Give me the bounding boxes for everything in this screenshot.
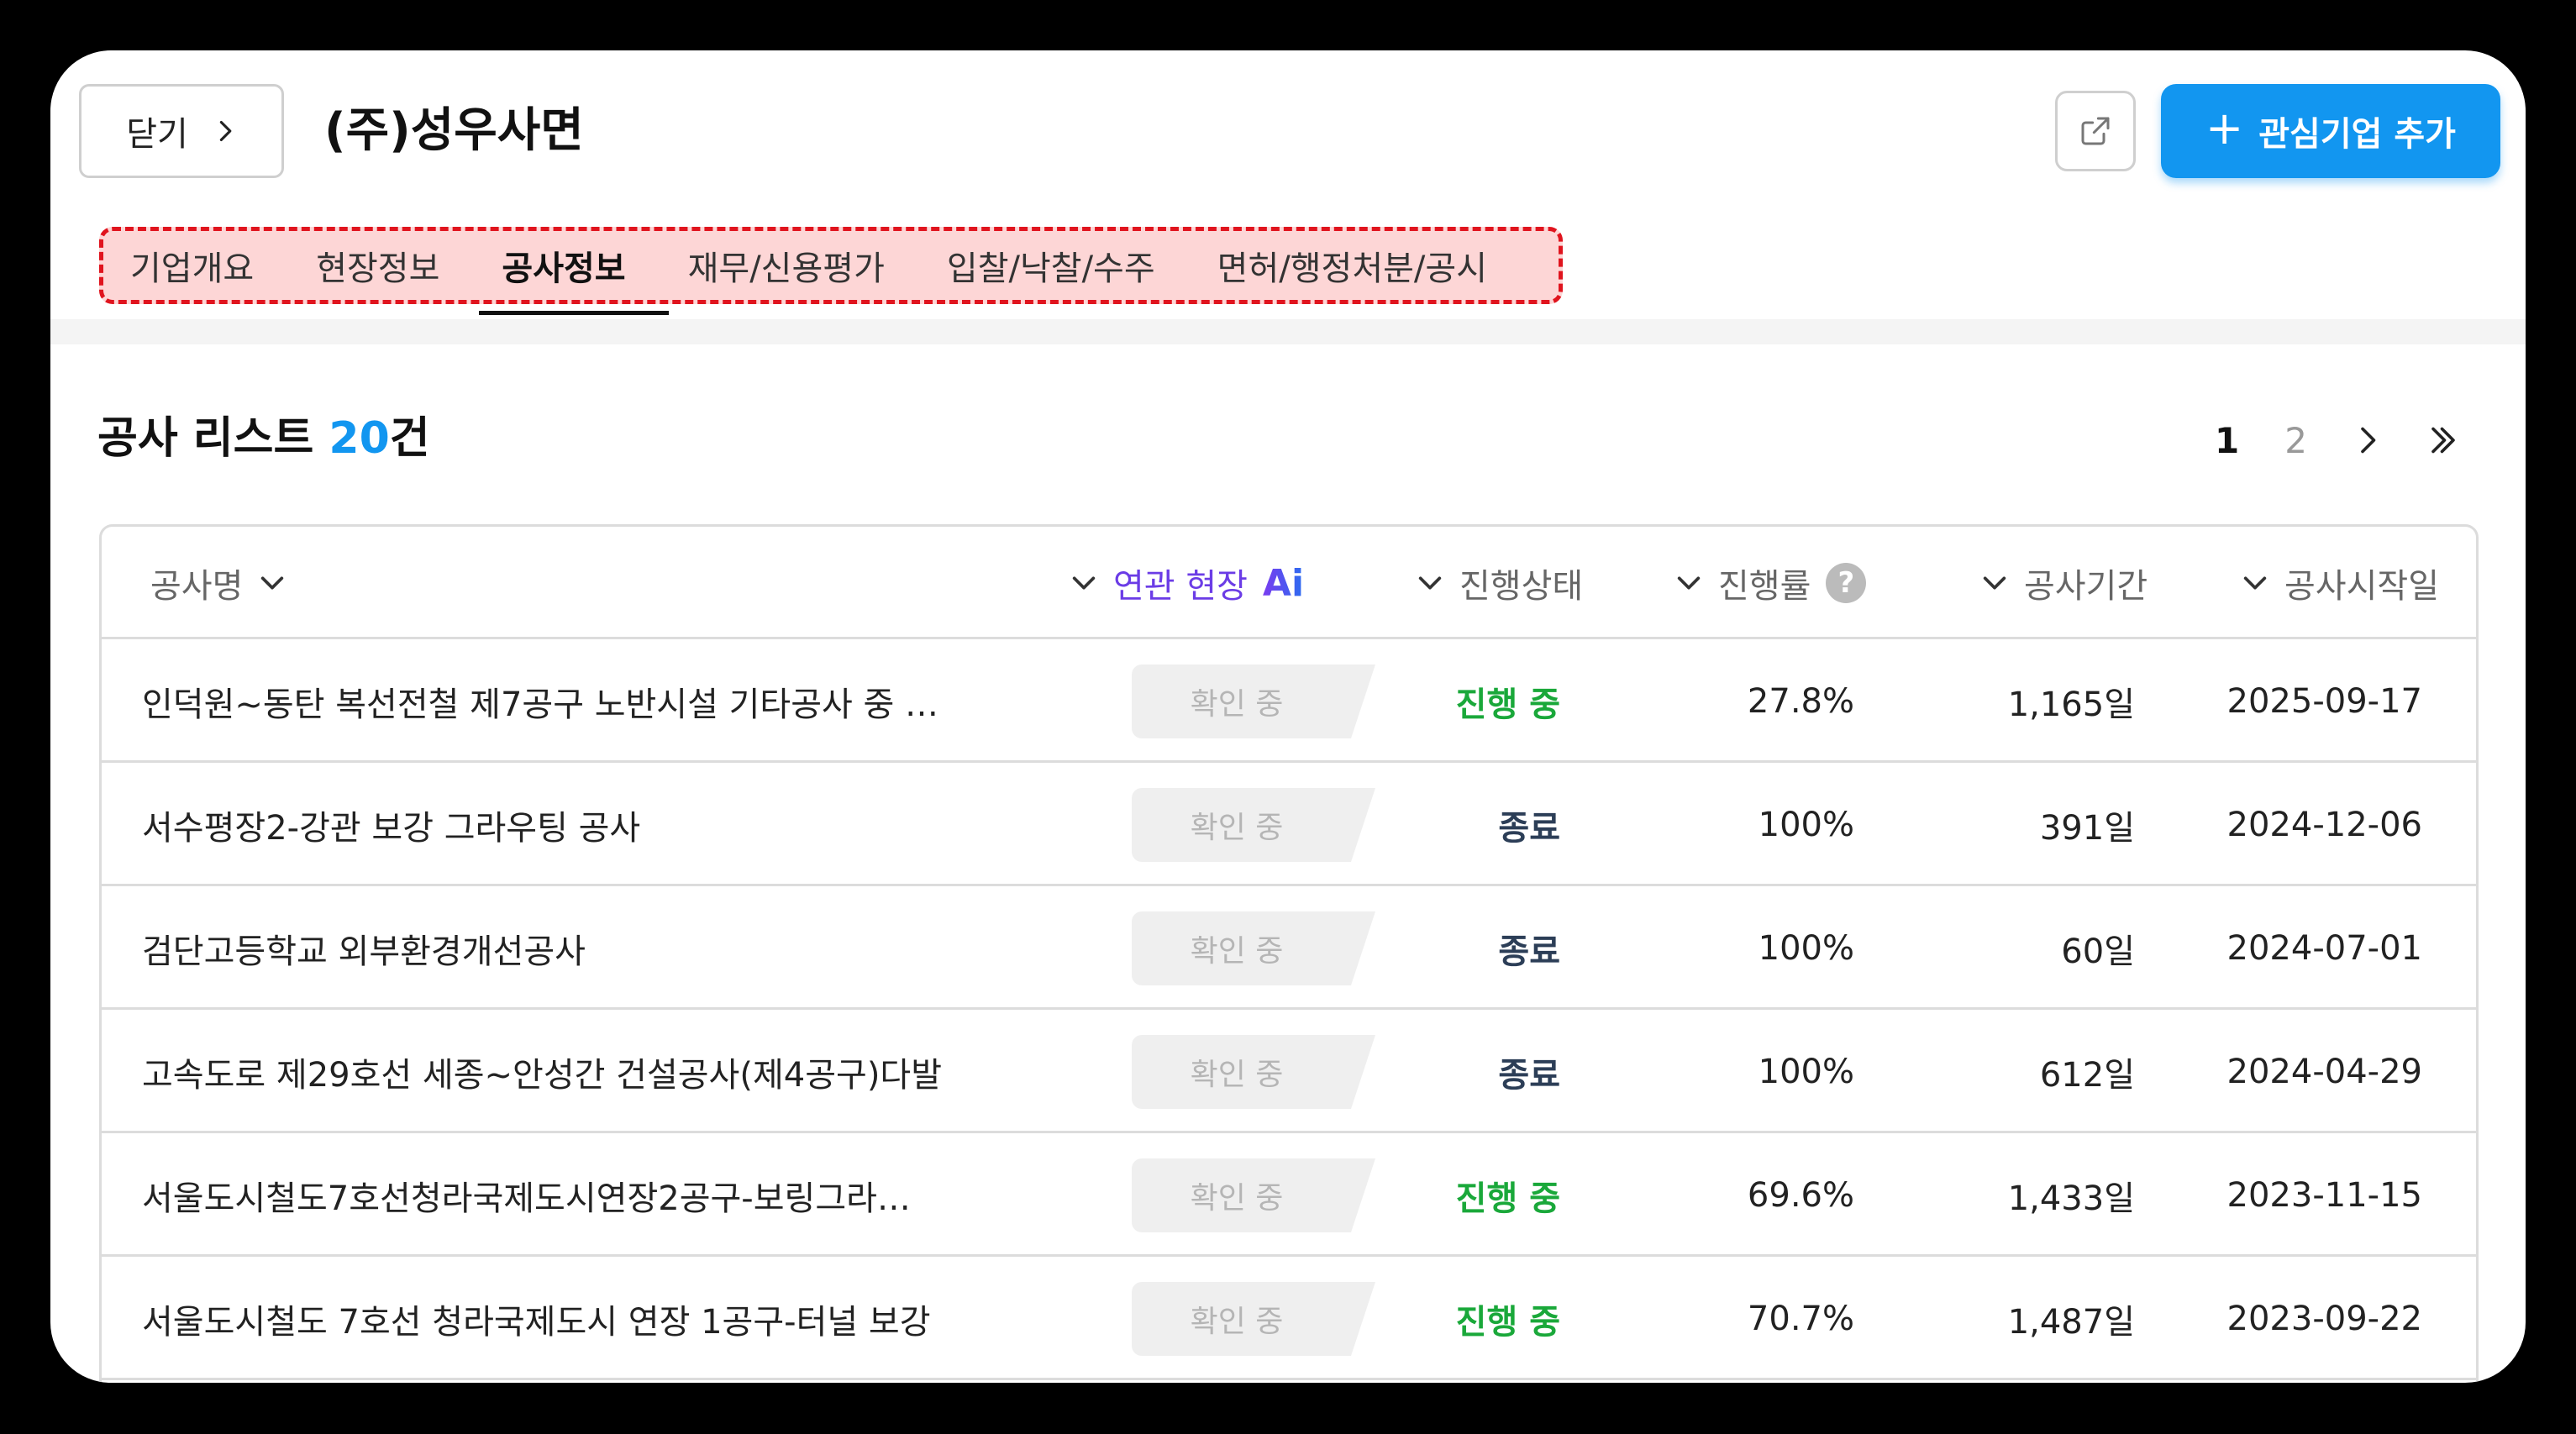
status-badge: 종료 — [1498, 808, 1560, 848]
construction-name: 서수평장2-강관 보강 그라우팅 공사 — [142, 808, 641, 848]
status-badge: 종료 — [1498, 932, 1560, 971]
table-row[interactable]: 고속도로 제29호선 세종~안성간 건설공사(제4공구)다발 확인 중 종료 1… — [102, 1010, 2476, 1133]
start-date-value: 2023-09-22 — [2226, 1299, 2422, 1338]
column-header-progress[interactable]: 진행률 ? — [1674, 527, 1867, 639]
next-page-icon[interactable] — [2353, 425, 2383, 455]
table-row[interactable]: 서울도시철도7호선청라국제도시연장2공구-보링그라… 확인 중 진행 중 69.… — [102, 1133, 2476, 1257]
tab-bar: 기업개요 현장정보 공사정보 재무/신용평가 입찰/낙찰/수주 면허/행정처분/… — [99, 227, 1563, 304]
start-date-value: 2023-11-15 — [2226, 1175, 2422, 1215]
tab-construction-info[interactable]: 공사정보 — [502, 241, 625, 290]
add-favorite-company-button[interactable]: + 관심기업 추가 — [2161, 84, 2500, 178]
open-external-button[interactable] — [2055, 91, 2136, 171]
column-header-duration[interactable]: 공사기간 — [1980, 527, 2148, 639]
table-header: 공사명 연관 현장 Ai 진행상태 진행률 ? 공사기간 공사시작일 — [102, 527, 2476, 639]
column-related-label: 연관 현장 — [1113, 567, 1248, 606]
progress-value: 69.6% — [1747, 1175, 1854, 1215]
tab-site-info[interactable]: 현장정보 — [316, 241, 439, 290]
column-header-name[interactable]: 공사명 — [150, 527, 287, 639]
progress-value: 27.8% — [1747, 681, 1854, 721]
section-divider — [50, 319, 2526, 344]
chevron-down-icon — [261, 576, 284, 590]
help-icon[interactable]: ? — [1826, 563, 1867, 603]
related-site-chip: 확인 중 — [1132, 1282, 1375, 1356]
chevron-down-icon — [2243, 576, 2267, 590]
column-start-label: 공사시작일 — [2284, 567, 2439, 606]
start-date-value: 2024-04-29 — [2226, 1052, 2422, 1091]
tab-licenses-disclosures[interactable]: 면허/행정처분/공시 — [1217, 241, 1487, 290]
status-badge: 진행 중 — [1455, 685, 1560, 724]
related-site-chip: 확인 중 — [1132, 664, 1375, 738]
tab-bids-awards[interactable]: 입찰/낙찰/수주 — [947, 241, 1155, 290]
status-badge: 종료 — [1498, 1055, 1560, 1095]
duration-value: 60일 — [2061, 932, 2135, 971]
add-favorite-company-label: 관심기업 추가 — [2258, 115, 2456, 154]
table-row[interactable]: 서수평장2-강관 보강 그라우팅 공사 확인 중 종료 100% 391일 20… — [102, 763, 2476, 886]
chevron-right-icon — [219, 120, 232, 142]
duration-value: 612일 — [2039, 1055, 2135, 1095]
construction-name: 서울도시철도7호선청라국제도시연장2공구-보링그라… — [142, 1179, 911, 1218]
list-title: 공사 리스트 20건 — [97, 410, 430, 467]
start-date-value: 2024-12-06 — [2226, 805, 2422, 844]
progress-value: 100% — [1758, 1052, 1854, 1091]
start-date-value: 2025-09-17 — [2226, 681, 2422, 721]
list-count: 20 — [329, 413, 390, 464]
column-header-start-date[interactable]: 공사시작일 — [2241, 527, 2439, 639]
column-status-label: 진행상태 — [1459, 567, 1584, 606]
related-site-chip: 확인 중 — [1132, 1158, 1375, 1232]
external-link-icon — [2081, 117, 2110, 145]
status-badge: 진행 중 — [1455, 1302, 1560, 1342]
tab-company-overview[interactable]: 기업개요 — [130, 241, 254, 290]
progress-value: 100% — [1758, 928, 1854, 968]
duration-value: 1,433일 — [2007, 1179, 2135, 1218]
chevron-down-icon — [1677, 576, 1701, 590]
company-name: (주)성우사면 — [324, 103, 584, 158]
company-detail-panel: 닫기 (주)성우사면 + 관심기업 추가 기업개요 현장정보 공사정보 재무/신… — [50, 50, 2526, 1383]
list-title-text: 공사 리스트 — [97, 413, 329, 464]
related-site-chip: 확인 중 — [1132, 788, 1375, 862]
column-progress-label: 진행률 — [1718, 567, 1811, 606]
construction-table: 공사명 연관 현장 Ai 진행상태 진행률 ? 공사기간 공사시작일 인덕원~동… — [99, 524, 2479, 1383]
table-row[interactable]: 인덕원~동탄 복선전철 제7공구 노반시설 기타공사 중 … 확인 중 진행 중… — [102, 639, 2476, 763]
page-2[interactable]: 2 — [2284, 420, 2307, 461]
duration-value: 1,165일 — [2007, 685, 2135, 724]
related-site-chip: 확인 중 — [1132, 911, 1375, 985]
progress-value: 70.7% — [1747, 1299, 1854, 1338]
list-count-unit: 건 — [389, 413, 430, 464]
column-header-status[interactable]: 진행상태 — [1416, 527, 1583, 639]
progress-value: 100% — [1758, 805, 1854, 844]
start-date-value: 2024-07-01 — [2226, 928, 2422, 968]
table-row[interactable]: 서울도시철도 7호선 청라국제도시 연장 1공구-터널 보강 확인 중 진행 중… — [102, 1257, 2476, 1380]
construction-name: 서울도시철도 7호선 청라국제도시 연장 1공구-터널 보강 — [142, 1302, 931, 1342]
tab-finance-credit[interactable]: 재무/신용평가 — [688, 241, 885, 290]
last-page-icon[interactable] — [2428, 425, 2458, 455]
construction-name: 인덕원~동탄 복선전철 제7공구 노반시설 기타공사 중 … — [142, 685, 939, 724]
status-badge: 진행 중 — [1455, 1179, 1560, 1218]
duration-value: 1,487일 — [2007, 1302, 2135, 1342]
plus-icon: + — [2205, 102, 2244, 155]
pagination: 1 2 — [2215, 412, 2458, 469]
duration-value: 391일 — [2039, 808, 2135, 848]
table-row[interactable]: 검단고등학교 외부환경개선공사 확인 중 종료 100% 60일 2024-07… — [102, 886, 2476, 1010]
close-button[interactable]: 닫기 — [79, 84, 284, 178]
chevron-down-icon — [1418, 576, 1442, 590]
related-site-chip: 확인 중 — [1132, 1035, 1375, 1109]
construction-name: 검단고등학교 외부환경개선공사 — [142, 932, 586, 971]
active-tab-indicator — [479, 311, 669, 315]
chevron-down-icon — [1983, 576, 2006, 590]
column-header-related-site[interactable]: 연관 현장 Ai — [1070, 527, 1304, 639]
page-1[interactable]: 1 — [2215, 420, 2239, 461]
construction-name: 고속도로 제29호선 세종~안성간 건설공사(제4공구)다발 — [142, 1055, 943, 1095]
column-duration-label: 공사기간 — [2024, 567, 2148, 606]
column-name-label: 공사명 — [150, 567, 244, 606]
close-button-label: 닫기 — [126, 115, 188, 154]
chevron-down-icon — [1072, 576, 1096, 590]
ai-badge: Ai — [1262, 561, 1305, 605]
